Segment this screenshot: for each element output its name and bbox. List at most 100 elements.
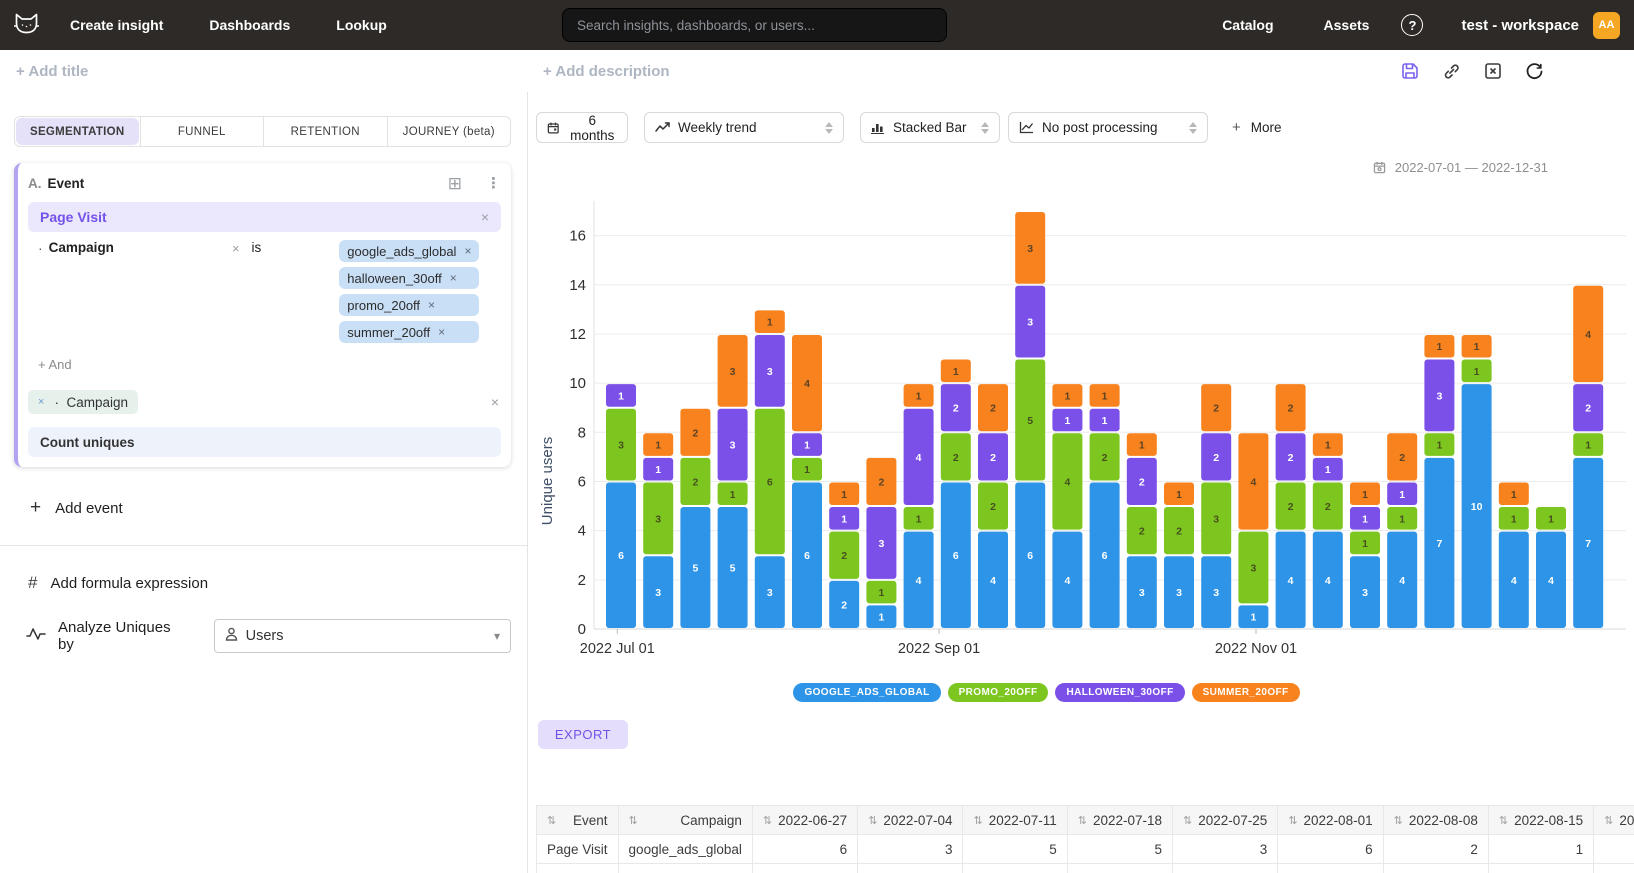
nav-create-insight[interactable]: Create insight xyxy=(70,17,163,33)
hash-icon: # xyxy=(28,573,37,593)
sort-icon[interactable]: ⇅ xyxy=(629,814,638,827)
stacked-bar-chart[interactable]: 0246810121416Unique users631331152251333… xyxy=(536,181,1631,681)
calendar-icon xyxy=(1373,161,1386,174)
post-processing-select[interactable]: No post processing xyxy=(1008,112,1208,143)
more-options-button[interactable]: + More xyxy=(1232,119,1282,136)
filter-value-chip[interactable]: promo_20off× xyxy=(339,294,479,316)
add-title-field[interactable]: + Add title xyxy=(16,63,88,80)
event-selector[interactable]: Page Visit × xyxy=(28,202,501,232)
bar-segment-value: 5 xyxy=(1027,415,1033,427)
table-row: Page Visitgoogle_ads_global63553621 xyxy=(537,835,1634,864)
bar-segment-value: 2 xyxy=(1213,452,1219,464)
bar-segment-value: 5 xyxy=(730,563,736,575)
sort-icon[interactable]: ⇅ xyxy=(763,814,772,827)
bar-segment-value: 4 xyxy=(804,378,810,390)
bar-segment-value: 1 xyxy=(1362,513,1368,525)
bar-segment-value: 1 xyxy=(1511,513,1517,525)
bar-segment-value: 1 xyxy=(916,513,922,525)
add-filter-icon[interactable]: ⊞ xyxy=(448,175,462,192)
add-and-condition[interactable]: + And xyxy=(38,357,501,372)
bar-segment-value: 4 xyxy=(1511,575,1517,587)
sort-icon[interactable]: ⇅ xyxy=(1604,814,1613,827)
app-logo-cat-icon[interactable] xyxy=(10,8,44,42)
remove-value-icon[interactable]: × xyxy=(450,271,457,285)
filter-operator[interactable]: is xyxy=(252,240,262,343)
tab-retention[interactable]: RETENTION xyxy=(264,117,388,146)
filter-values: google_ads_global× halloween_30off× prom… xyxy=(339,240,479,343)
bar-segment-value: 1 xyxy=(1362,489,1368,501)
filter-property[interactable]: Campaign xyxy=(49,240,114,343)
date-range-button[interactable]: 6 months xyxy=(536,112,628,143)
bar-segment-value: 1 xyxy=(1474,341,1480,353)
breakdown-chip[interactable]: × · Campaign xyxy=(28,390,138,414)
filter-value-chip[interactable]: summer_20off× xyxy=(339,321,479,343)
remove-value-icon[interactable]: × xyxy=(428,298,435,312)
sort-icon[interactable]: ⇅ xyxy=(868,814,877,827)
tab-funnel[interactable]: FUNNEL xyxy=(140,117,265,146)
bar-segment-value: 2 xyxy=(1102,452,1108,464)
nav-assets[interactable]: Assets xyxy=(1324,17,1370,33)
sort-icon[interactable]: ⇅ xyxy=(1078,814,1087,827)
export-button[interactable]: EXPORT xyxy=(538,720,628,749)
remove-value-icon[interactable]: × xyxy=(464,244,471,258)
chart-legend: GOOGLE_ADS_GLOBAL PROMO_20OFF HALLOWEEN_30… xyxy=(536,683,1631,702)
chart-type-select[interactable]: Stacked Bar xyxy=(860,112,1000,143)
bar-segment-value: 1 xyxy=(1548,513,1554,525)
legend-pill[interactable]: GOOGLE_ADS_GLOBAL xyxy=(793,683,940,702)
sort-icon[interactable]: ⇅ xyxy=(1499,814,1508,827)
add-description-field[interactable]: + Add description xyxy=(543,63,670,80)
remove-event-icon[interactable]: × xyxy=(481,209,489,225)
aggregation-selector[interactable]: Count uniques xyxy=(28,427,501,457)
save-icon[interactable] xyxy=(1401,62,1419,80)
trend-select[interactable]: Weekly trend xyxy=(644,112,844,143)
bar-segment-value: 2 xyxy=(878,476,884,488)
analyze-by-select[interactable]: Users ▾ xyxy=(214,619,511,653)
refresh-icon[interactable] xyxy=(1525,62,1544,81)
bar-segment-value: 1 xyxy=(1250,612,1256,624)
bar-segment-value: 2 xyxy=(1399,452,1405,464)
workspace-name[interactable]: test - workspace xyxy=(1461,17,1579,34)
user-avatar[interactable]: AA xyxy=(1593,12,1620,39)
remove-breakdown-icon[interactable]: × xyxy=(38,396,44,408)
tab-journey[interactable]: JOURNEY (beta) xyxy=(388,117,511,146)
bar-segment-value: 3 xyxy=(655,513,661,525)
share-link-icon[interactable] xyxy=(1442,62,1461,81)
tab-segmentation[interactable]: SEGMENTATION xyxy=(16,118,139,145)
legend-pill[interactable]: PROMO_20OFF xyxy=(948,683,1049,702)
clear-insight-icon[interactable] xyxy=(1484,62,1502,80)
sort-icon[interactable]: ⇅ xyxy=(1288,814,1297,827)
filter-value-chip[interactable]: google_ads_global× xyxy=(339,240,479,262)
bar-segment-value: 4 xyxy=(1325,575,1331,587)
bar-segment-value: 1 xyxy=(1399,489,1405,501)
table-column-header: ⇅2022-08-08 xyxy=(1383,806,1488,835)
add-event-button[interactable]: + Add event xyxy=(30,497,511,519)
remove-value-icon[interactable]: × xyxy=(438,325,445,339)
nav-lookup[interactable]: Lookup xyxy=(336,17,387,33)
y-axis-tick-label: 16 xyxy=(569,228,586,245)
nav-dashboards[interactable]: Dashboards xyxy=(209,17,290,33)
bar-segment-value: 1 xyxy=(804,440,810,452)
bar-segment-value: 4 xyxy=(1064,476,1070,488)
sort-icon[interactable]: ⇅ xyxy=(547,814,556,827)
legend-pill[interactable]: HALLOWEEN_30OFF xyxy=(1055,683,1184,702)
bullet-icon: · xyxy=(38,240,43,343)
remove-filter-icon[interactable]: × xyxy=(232,240,240,343)
sort-icon[interactable]: ⇅ xyxy=(973,814,982,827)
sort-icon[interactable]: ⇅ xyxy=(1394,814,1403,827)
bar-segment-value: 7 xyxy=(1436,538,1442,550)
legend-pill[interactable]: SUMMER_20OFF xyxy=(1192,683,1300,702)
table-column-header: ⇅2022-08-01 xyxy=(1278,806,1383,835)
nav-catalog[interactable]: Catalog xyxy=(1222,17,1273,33)
sort-icon[interactable]: ⇅ xyxy=(1183,814,1192,827)
query-builder-panel: SEGMENTATION FUNNEL RETENTION JOURNEY (b… xyxy=(0,92,528,873)
bar-segment-value: 1 xyxy=(916,390,922,402)
x-axis-tick-label: 2022 Sep 01 xyxy=(898,641,980,657)
remove-breakdown-row-icon[interactable]: × xyxy=(491,394,499,410)
filter-value-chip[interactable]: halloween_30off× xyxy=(339,267,479,289)
add-formula-button[interactable]: # Add formula expression xyxy=(28,573,511,593)
global-search-input[interactable] xyxy=(562,8,947,42)
bar-segment-value: 1 xyxy=(618,390,624,402)
event-menu-icon[interactable]: ⋮ xyxy=(486,176,501,191)
analyze-by-value: Users xyxy=(246,628,284,644)
help-icon[interactable]: ? xyxy=(1401,14,1423,36)
